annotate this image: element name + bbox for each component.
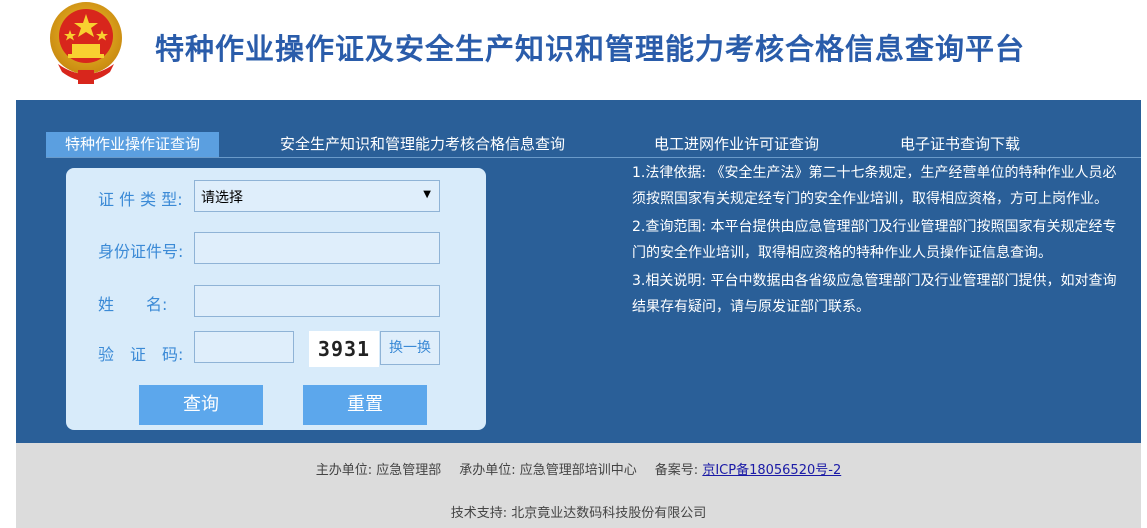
site-title: 特种作业操作证及安全生产知识和管理能力考核合格信息查询平台 bbox=[155, 32, 1026, 66]
captcha-row: 验 证 码: 3931 换一换 bbox=[66, 331, 486, 369]
site-header: 特种作业操作证及安全生产知识和管理能力考核合格信息查询平台 bbox=[0, 0, 1036, 100]
cert-type-select[interactable]: 请选择 ▼ bbox=[194, 180, 440, 212]
captcha-input[interactable] bbox=[194, 331, 294, 363]
tab-electrician-permit[interactable]: 电工进网作业许可证查询 bbox=[654, 132, 819, 157]
captcha-label: 验 证 码: bbox=[98, 345, 184, 364]
name-label: 姓 名: bbox=[98, 295, 168, 314]
footer-host: 主办单位: 应急管理部 bbox=[315, 463, 442, 478]
id-label: 身份证件号: bbox=[98, 242, 184, 261]
footer-tech-support: 技术支持: 北京竟业达数码科技股份有限公司 bbox=[450, 506, 707, 521]
id-row: 身份证件号: bbox=[66, 232, 486, 264]
info-query-scope: 2.查询范围: 本平台提供由应急管理部门及行业管理部门按照国家有关规定经专门的安… bbox=[632, 219, 1117, 261]
site-footer: 主办单位: 应急管理部 承办单位: 应急管理部培训中心 备案号: 京ICP备1805… bbox=[16, 443, 1141, 528]
cert-type-label: 证 件 类 型: bbox=[98, 190, 183, 209]
tab-special-operation-cert[interactable]: 特种作业操作证查询 bbox=[46, 132, 220, 157]
national-emblem-icon bbox=[50, 2, 122, 84]
cert-type-row: 证 件 类 型: 请选择 ▼ bbox=[66, 180, 486, 212]
info-related-notes: 3.相关说明: 平台中数据由各省级应急管理部门及行业管理部门提供，如对查询结果存… bbox=[632, 273, 1117, 315]
footer-info-line: 主办单位: 应急管理部 承办单位: 应急管理部培训中心 备案号: 京ICP备1805… bbox=[16, 459, 1141, 478]
query-button[interactable]: 查询 bbox=[139, 385, 263, 425]
captcha-image[interactable]: 3931 bbox=[309, 331, 379, 367]
caret-down-icon: ▼ bbox=[423, 189, 431, 200]
icp-record-link[interactable]: 京ICP备18056520号-2 bbox=[702, 463, 841, 478]
query-form: 证 件 类 型: 请选择 ▼ 身份证件号: 姓 名: 验 证 码: 3931 换… bbox=[66, 168, 486, 430]
name-input[interactable] bbox=[194, 285, 440, 317]
name-row: 姓 名: bbox=[66, 285, 486, 317]
footer-record-label: 备案号: bbox=[654, 463, 699, 478]
tab-e-cert-download[interactable]: 电子证书查询下载 bbox=[900, 132, 1020, 157]
main-panel: 特种作业操作证查询 安全生产知识和管理能力考核合格信息查询 电工进网作业许可证查… bbox=[16, 100, 1141, 443]
reset-button[interactable]: 重置 bbox=[303, 385, 427, 425]
info-notes: 1.法律依据: 《安全生产法》第二十七条规定，生产经营单位的特种作业人员必须按照… bbox=[632, 160, 1122, 322]
footer-organizer: 承办单位: 应急管理部培训中心 bbox=[459, 463, 637, 478]
swap-captcha-button[interactable]: 换一换 bbox=[380, 331, 440, 365]
info-legal-basis: 1.法律依据: 《安全生产法》第二十七条规定，生产经营单位的特种作业人员必须按照… bbox=[632, 165, 1117, 207]
tab-divider bbox=[46, 157, 1141, 158]
tab-safety-knowledge[interactable]: 安全生产知识和管理能力考核合格信息查询 bbox=[280, 132, 565, 157]
cert-type-selected: 请选择 bbox=[201, 190, 243, 206]
id-input[interactable] bbox=[194, 232, 440, 264]
